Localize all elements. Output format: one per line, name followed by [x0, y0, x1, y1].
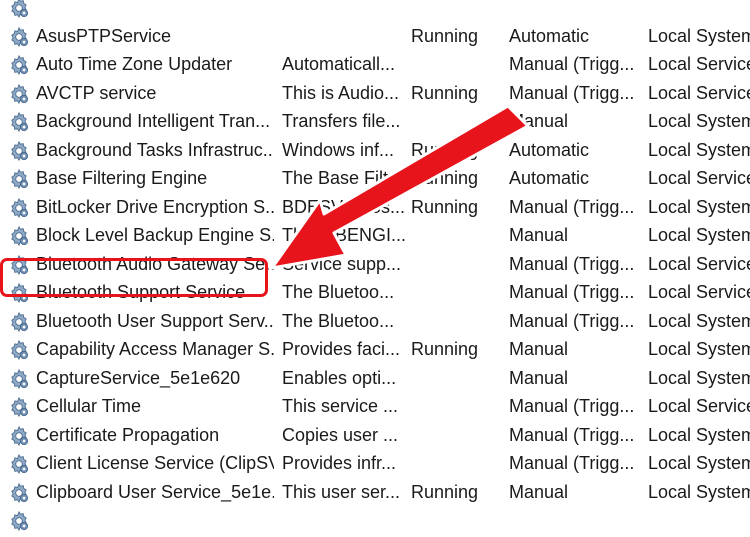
service-startup-type [509, 506, 643, 535]
service-row[interactable] [0, 506, 750, 535]
service-log-on-as [648, 506, 750, 535]
arrow-icon [270, 104, 530, 270]
service-description [282, 506, 406, 535]
service-status [411, 506, 503, 535]
service-name [36, 506, 274, 535]
gear-icon [8, 510, 30, 532]
